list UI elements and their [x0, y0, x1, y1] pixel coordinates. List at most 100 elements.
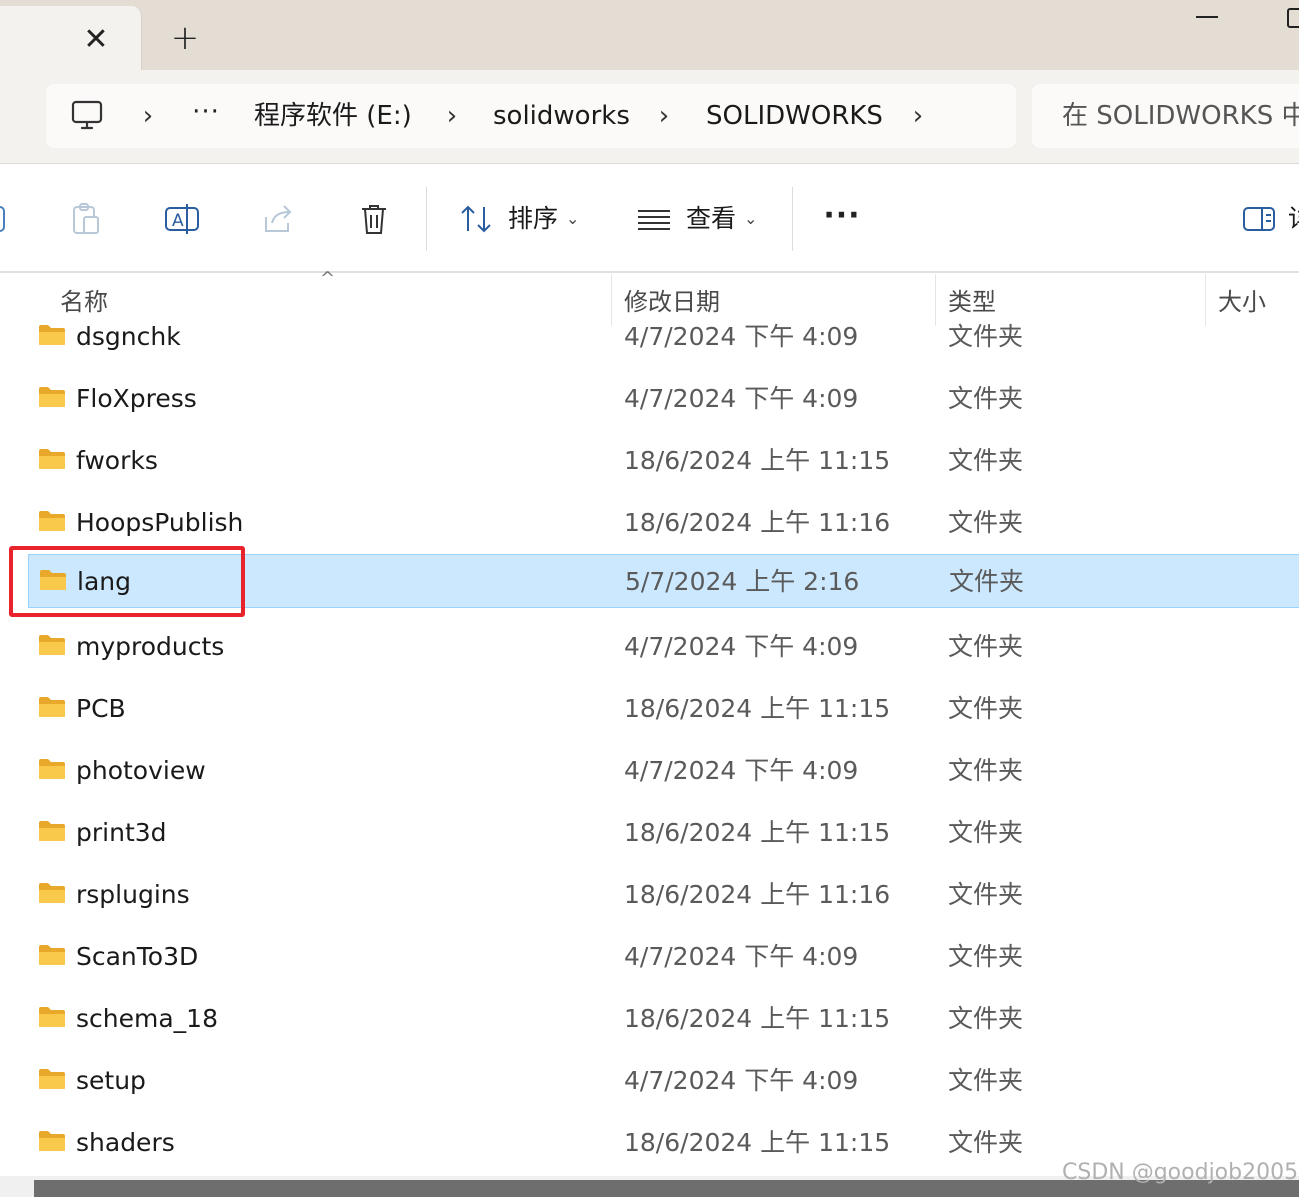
file-modified-date: 4/7/2024 下午 4:09: [624, 384, 859, 413]
folder-icon: [39, 325, 65, 345]
file-modified-date: 4/7/2024 下午 4:09: [624, 632, 859, 661]
file-type: 文件夹: [948, 942, 1024, 971]
file-row[interactable]: print3d 18/6/2024 上午 11:15 文件夹: [28, 806, 1299, 860]
sort-button[interactable]: 排序: [508, 201, 558, 237]
file-name: schema_18: [76, 1004, 218, 1033]
file-name: print3d: [76, 818, 167, 847]
file-type: 文件夹: [948, 508, 1024, 537]
file-modified-date: 4/7/2024 下午 4:09: [624, 1066, 859, 1095]
file-name: myproducts: [76, 632, 225, 661]
folder-icon: [39, 883, 65, 903]
this-pc-icon[interactable]: [70, 100, 104, 132]
file-modified-date: 18/6/2024 上午 11:16: [624, 508, 891, 537]
view-icon[interactable]: [636, 201, 672, 237]
delete-icon[interactable]: [356, 201, 392, 237]
file-row[interactable]: HoopsPublish 18/6/2024 上午 11:16 文件夹: [28, 496, 1299, 550]
folder-icon: [39, 1007, 65, 1027]
view-button[interactable]: 查看: [686, 201, 736, 237]
folder-icon: [39, 1131, 65, 1151]
file-type: 文件夹: [948, 756, 1024, 785]
sort-ascending-icon: ^: [320, 268, 336, 289]
file-name: PCB: [76, 694, 126, 723]
chevron-right-icon[interactable]: ›: [654, 98, 674, 134]
file-type: 文件夹: [948, 446, 1024, 475]
search-placeholder: 在 SOLIDWORKS 中: [1062, 101, 1299, 131]
svg-text:A: A: [172, 211, 184, 231]
file-modified-date: 5/7/2024 上午 2:16: [625, 567, 860, 596]
file-name: FloXpress: [76, 384, 197, 413]
folder-icon: [39, 635, 65, 655]
file-modified-date: 4/7/2024 下午 4:09: [624, 942, 859, 971]
chevron-right-icon[interactable]: ›: [908, 98, 928, 134]
search-input[interactable]: 在 SOLIDWORKS 中: [1032, 84, 1299, 148]
file-row[interactable]: rsplugins 18/6/2024 上午 11:16 文件夹: [28, 868, 1299, 922]
more-options-button[interactable]: ···: [822, 201, 862, 237]
file-row[interactable]: schema_18 18/6/2024 上午 11:15 文件夹: [28, 992, 1299, 1046]
file-list: dsgnchk 4/7/2024 下午 4:09 文件夹 FloXpress 4/7/2…: [0, 306, 1299, 1176]
file-row[interactable]: setup 4/7/2024 下午 4:09 文件夹: [28, 1054, 1299, 1108]
title-bar: ✕ +: [0, 0, 1299, 70]
command-bar: A 排序 ⌄ 查看 ⌄ ··· 详: [0, 165, 1299, 273]
details-pane-icon[interactable]: [1242, 201, 1278, 237]
file-modified-date: 18/6/2024 上午 11:15: [624, 818, 891, 847]
explorer-tab[interactable]: ✕: [0, 6, 142, 70]
minimize-icon[interactable]: [1196, 16, 1218, 18]
file-name: ScanTo3D: [76, 942, 199, 971]
file-name: dsgnchk: [76, 322, 181, 351]
close-tab-icon[interactable]: ✕: [76, 20, 116, 60]
file-row[interactable]: dsgnchk 4/7/2024 下午 4:09 文件夹: [28, 310, 1299, 364]
new-tab-button[interactable]: +: [165, 18, 205, 58]
cut-icon[interactable]: [0, 201, 12, 237]
sort-dropdown-icon[interactable]: ⌄: [566, 205, 579, 233]
breadcrumb-overflow-button[interactable]: ···: [190, 94, 222, 130]
view-dropdown-icon[interactable]: ⌄: [744, 205, 757, 233]
file-name: fworks: [76, 446, 158, 475]
watermark: CSDN @goodjob2005: [1062, 1160, 1299, 1185]
folder-icon: [39, 511, 65, 531]
chevron-right-icon[interactable]: ›: [442, 98, 462, 134]
file-type: 文件夹: [948, 1004, 1024, 1033]
address-row: › ··· 程序软件 (E:) › solidworks › SOLIDWORK…: [0, 70, 1299, 164]
file-modified-date: 18/6/2024 上午 11:15: [624, 1004, 891, 1033]
paste-icon[interactable]: [68, 201, 104, 237]
file-type: 文件夹: [948, 632, 1024, 661]
chevron-right-icon[interactable]: ›: [138, 98, 158, 134]
file-type: 文件夹: [948, 818, 1024, 847]
file-modified-date: 18/6/2024 上午 11:15: [624, 1128, 891, 1157]
file-row[interactable]: PCB 18/6/2024 上午 11:15 文件夹: [28, 682, 1299, 736]
folder-icon: [39, 945, 65, 965]
toolbar-divider: [792, 187, 793, 251]
file-row[interactable]: ScanTo3D 4/7/2024 下午 4:09 文件夹: [28, 930, 1299, 984]
file-modified-date: 18/6/2024 上午 11:15: [624, 446, 891, 475]
file-name: rsplugins: [76, 880, 190, 909]
file-row[interactable]: FloXpress 4/7/2024 下午 4:09 文件夹: [28, 372, 1299, 426]
share-icon[interactable]: [260, 201, 296, 237]
details-button[interactable]: 详: [1288, 201, 1299, 237]
file-modified-date: 18/6/2024 上午 11:15: [624, 694, 891, 723]
file-modified-date: 4/7/2024 下午 4:09: [624, 322, 859, 351]
breadcrumb-drive[interactable]: 程序软件 (E:): [254, 98, 412, 134]
file-name: shaders: [76, 1128, 175, 1157]
folder-icon: [39, 387, 65, 407]
file-type: 文件夹: [948, 384, 1024, 413]
rename-icon[interactable]: A: [164, 201, 200, 237]
file-name: setup: [76, 1066, 146, 1095]
folder-icon: [39, 821, 65, 841]
file-type: 文件夹: [948, 880, 1024, 909]
file-type: 文件夹: [948, 1128, 1024, 1157]
folder-icon: [39, 697, 65, 717]
file-row[interactable]: fworks 18/6/2024 上午 11:15 文件夹: [28, 434, 1299, 488]
annotation-highlight-box: [9, 546, 245, 617]
file-type: 文件夹: [948, 694, 1024, 723]
address-bar[interactable]: › ··· 程序软件 (E:) › solidworks › SOLIDWORK…: [46, 84, 1016, 148]
breadcrumb-solidworks[interactable]: solidworks: [493, 98, 630, 134]
file-type: 文件夹: [948, 322, 1024, 351]
maximize-icon[interactable]: [1287, 8, 1299, 28]
folder-icon: [39, 449, 65, 469]
breadcrumb-solidworks-folder[interactable]: SOLIDWORKS: [706, 98, 883, 134]
sort-icon[interactable]: [458, 201, 494, 237]
file-row[interactable]: photoview 4/7/2024 下午 4:09 文件夹: [28, 744, 1299, 798]
folder-icon: [39, 1069, 65, 1089]
file-modified-date: 4/7/2024 下午 4:09: [624, 756, 859, 785]
file-row[interactable]: myproducts 4/7/2024 下午 4:09 文件夹: [28, 620, 1299, 674]
